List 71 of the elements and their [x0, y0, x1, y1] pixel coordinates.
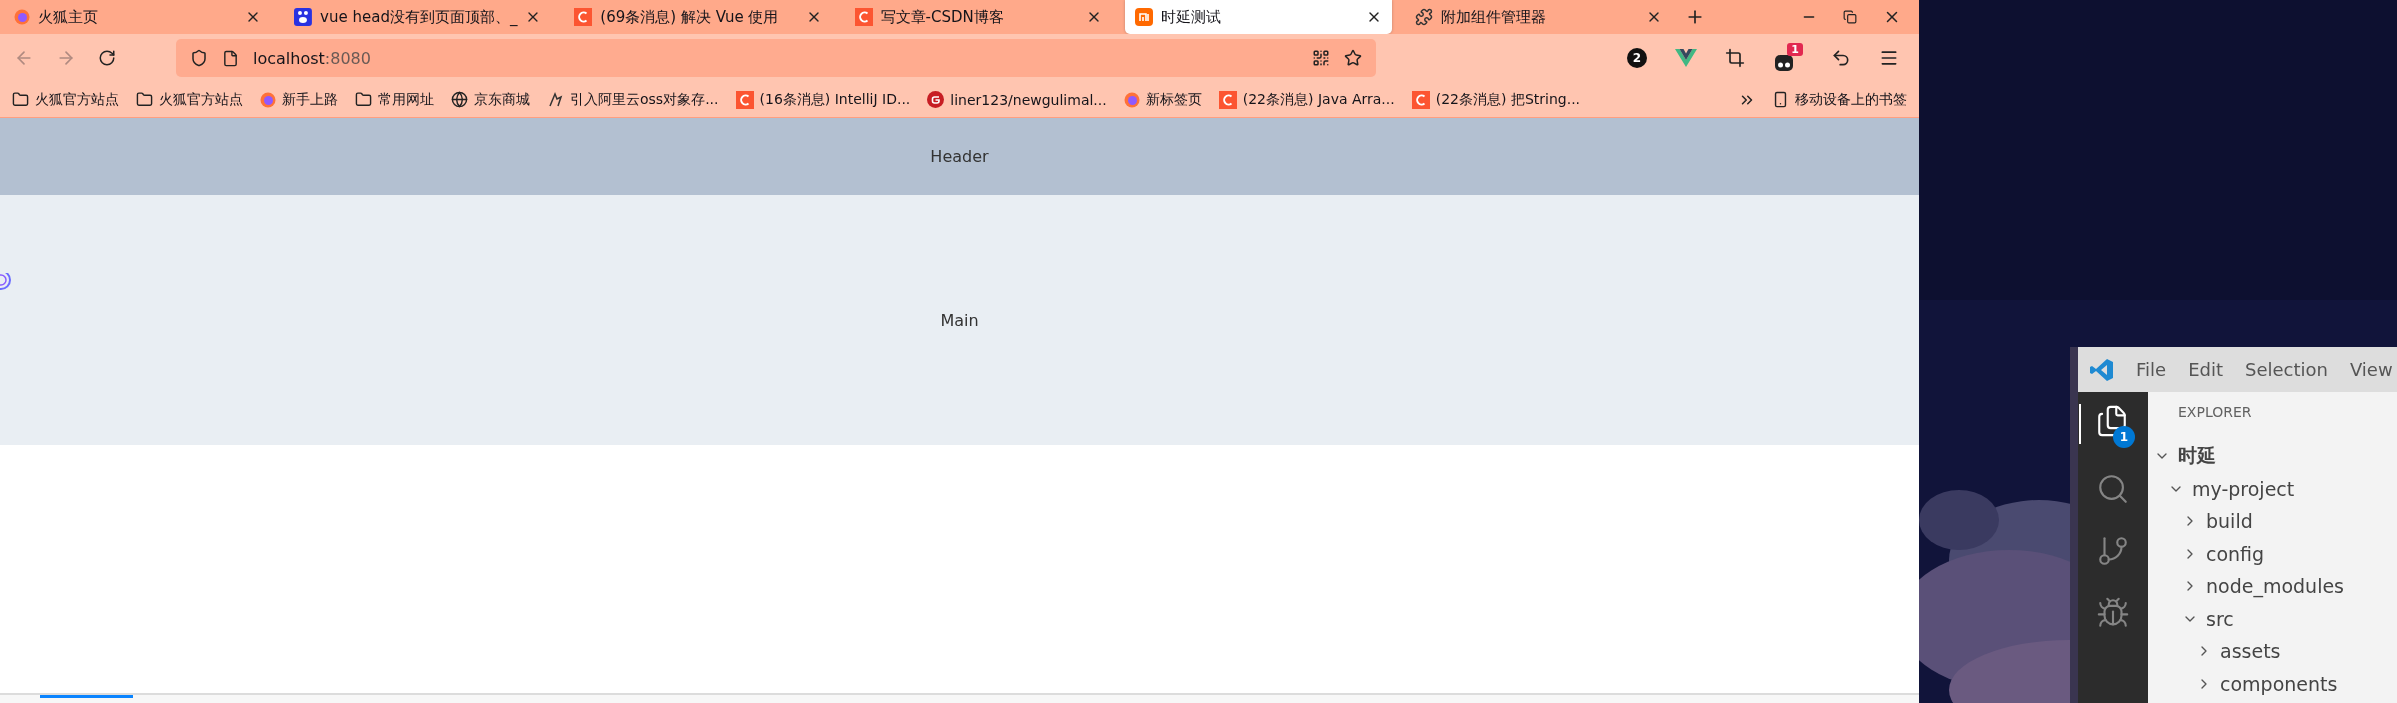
browser-tab[interactable]: 时延测试 [1124, 0, 1392, 34]
globe-icon [451, 91, 468, 108]
tree-item[interactable]: node_modules [2206, 575, 2345, 598]
c-logo-icon [735, 90, 754, 109]
crop-icon[interactable] [1725, 48, 1745, 68]
browser-tab[interactable]: 火狐主页 [4, 0, 272, 34]
menu-item[interactable]: File [2136, 359, 2167, 380]
firefox-icon [14, 9, 30, 25]
paw-icon [294, 8, 313, 26]
browser-tab[interactable]: vue head没有到页面顶部、_ [284, 0, 552, 34]
menu-item[interactable]: Selection [2245, 359, 2328, 380]
bookmark[interactable]: liner123/newgulimal... [927, 91, 1107, 108]
header-text: Header [930, 147, 989, 166]
bookmark[interactable]: 京东商城 [451, 90, 530, 109]
bookmark[interactable]: (22条消息) 把String... [1411, 90, 1581, 109]
panel-title: EXPLORER [2177, 404, 2253, 422]
bookmark[interactable]: (16条消息) IntelliJ ID... [735, 90, 911, 109]
mi-logo-icon [1134, 8, 1153, 26]
c-logo-icon [1411, 90, 1430, 109]
folder-icon [355, 91, 372, 108]
main-text: Main [940, 310, 979, 330]
folder-icon [12, 91, 29, 108]
bookmark[interactable]: 移动设备上的书签 [1772, 90, 1907, 109]
restore-icon[interactable] [1843, 10, 1858, 24]
browser-tab[interactable]: 附加组件管理器 [1404, 0, 1673, 34]
v-logo-icon[interactable] [1675, 49, 1697, 67]
folder-icon [136, 91, 153, 108]
bookmark[interactable]: 火狐官方站点 [136, 90, 243, 109]
search-icon[interactable] [2096, 472, 2130, 506]
bookmark[interactable]: 新标签页 [1123, 90, 1202, 109]
star-icon[interactable] [1344, 49, 1362, 67]
tree-item[interactable]: assets [2220, 640, 2281, 663]
c-logo-icon [1218, 90, 1237, 109]
tree-item[interactable]: my-project [2192, 477, 2295, 500]
menu-item[interactable]: Edit [2188, 359, 2223, 380]
notification-badge: 1 [1787, 43, 1803, 56]
menu-item[interactable]: View [2349, 359, 2393, 380]
tree-item[interactable]: src [2206, 607, 2234, 630]
reload-icon[interactable] [98, 49, 116, 67]
puzzle-icon [1414, 8, 1433, 26]
browser-tab[interactable]: 写文章-CSDN博客 [844, 0, 1112, 34]
shield-icon[interactable] [190, 49, 208, 67]
qr-code-icon[interactable] [1312, 49, 1330, 67]
browser-tab[interactable]: (69条消息) 解决 Vue 使用 [564, 0, 832, 34]
menu-icon[interactable] [1879, 48, 1899, 68]
tree-item[interactable]: config [2206, 542, 2265, 565]
address-field[interactable]: localhost:8080 [176, 39, 1376, 77]
page-icon [222, 49, 239, 67]
count-badge: 1 [2113, 426, 2135, 448]
firefox-icon [1123, 91, 1140, 108]
undo-icon[interactable] [1831, 48, 1851, 68]
bookmark[interactable]: 常用网址 [355, 90, 434, 109]
c-logo-icon [574, 8, 593, 26]
ring-icon[interactable] [0, 273, 13, 293]
phone-icon [1772, 91, 1789, 108]
firefox-icon [260, 91, 276, 108]
figure-icon [547, 91, 564, 108]
editor-logo-icon [2090, 357, 2114, 382]
tree-item[interactable]: 时延 [2178, 443, 2216, 470]
bookmark[interactable]: (22条消息) Java Arra... [1218, 90, 1395, 109]
g-logo-icon [927, 91, 945, 108]
c-logo-icon [854, 8, 873, 26]
tree-item[interactable]: build [2206, 510, 2253, 533]
bookmark[interactable]: 火狐官方站点 [12, 90, 119, 109]
bookmark[interactable]: 引入阿里云oss对象存... [547, 90, 719, 109]
bug-icon[interactable] [2096, 596, 2130, 630]
count-badge[interactable]: 2 [1627, 48, 1647, 68]
branch-icon[interactable] [2096, 534, 2130, 568]
tree-item[interactable]: components [2220, 672, 2338, 695]
bookmark[interactable]: 新手上路 [260, 90, 338, 109]
explorer-button[interactable]: 1 [2079, 404, 2131, 444]
